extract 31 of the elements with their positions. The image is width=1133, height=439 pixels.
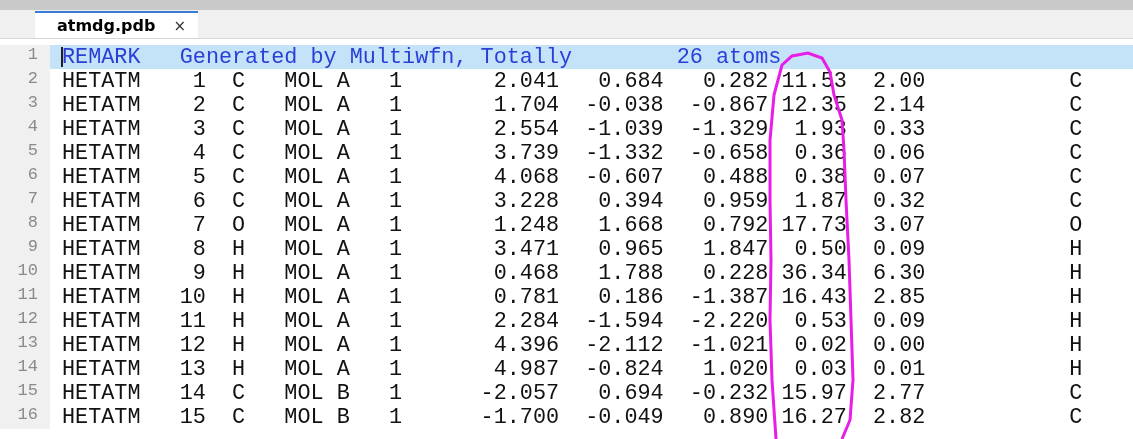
line-number: 1 (26, 45, 39, 66)
line-number: 7 (26, 189, 39, 210)
code-line: HETATM 14 C MOL B 1 -2.057 0.694 -0.232 15.97 2.77 C (62, 381, 1083, 406)
line-number: 6 (26, 165, 39, 186)
text-cursor-icon (61, 47, 63, 67)
line-number: 10 (16, 261, 39, 282)
code-line: HETATM 9 H MOL A 1 0.468 1.788 0.228 36.34 6.30 H (62, 261, 1083, 286)
code-line: HETATM 10 H MOL A 1 0.781 0.186 -1.387 16.43 2.85 H (62, 285, 1083, 310)
code-line: HETATM 8 H MOL A 1 3.471 0.965 1.847 0.50 0.09 H (62, 237, 1083, 262)
code-line: REMARK Generated by Multiwfn, Totally 26 atoms (62, 45, 782, 70)
line-number: 13 (16, 333, 39, 354)
close-button[interactable]: × (173, 16, 187, 35)
line-number: 3 (26, 93, 39, 114)
file-tab[interactable]: atmdg.pdb × (35, 11, 199, 38)
line-number: 11 (16, 285, 39, 306)
code-line: HETATM 12 H MOL A 1 4.396 -2.112 -1.021 0.02 0.00 H (62, 333, 1083, 358)
line-number: 14 (16, 357, 39, 378)
line-number: 5 (26, 141, 39, 162)
code-line: HETATM 7 O MOL A 1 1.248 1.668 0.792 17.73 3.07 O (62, 213, 1083, 238)
line-number: 2 (26, 69, 39, 90)
line-number: 9 (26, 237, 39, 258)
code-line: HETATM 5 C MOL A 1 4.068 -0.607 0.488 0.38 0.07 C (62, 165, 1083, 190)
line-number: 8 (26, 213, 39, 234)
code-line: HETATM 15 C MOL B 1 -1.700 -0.049 0.890 16.27 2.82 C (62, 405, 1083, 430)
line-number: 12 (16, 309, 39, 330)
line-number: 16 (16, 405, 39, 426)
code-line: HETATM 11 H MOL A 1 2.284 -1.594 -2.220 0.53 0.09 H (62, 309, 1083, 334)
code-line: HETATM 13 H MOL A 1 4.987 -0.824 1.020 0.03 0.01 H (62, 357, 1083, 382)
line-number: 4 (26, 117, 39, 138)
code-line: HETATM 6 C MOL A 1 3.228 0.394 0.959 1.87 0.32 C (62, 189, 1083, 214)
line-number: 15 (16, 381, 39, 402)
